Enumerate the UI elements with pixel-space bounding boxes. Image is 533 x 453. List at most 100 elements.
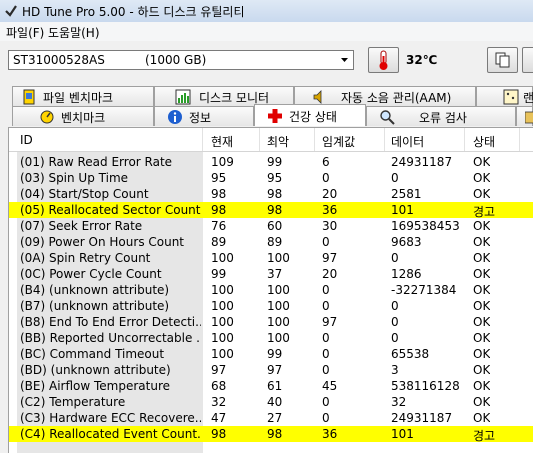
header-separator[interactable] bbox=[384, 128, 385, 151]
tab-disk-monitor[interactable]: 디스크 모니터 bbox=[154, 86, 294, 106]
attr-data: 32 bbox=[391, 395, 407, 409]
table-row[interactable]: (BE) Airflow Temperature 68 61 45 538116128 O… bbox=[9, 378, 533, 394]
table-row[interactable]: (04) Start/Stop Count 98 98 20 2581 OK bbox=[9, 186, 533, 202]
drive-select[interactable]: ST31000528AS (1000 GB) bbox=[8, 50, 354, 70]
file-benchmark-icon bbox=[23, 89, 35, 105]
tab-benchmark[interactable]: 벤치마크 bbox=[12, 106, 154, 126]
table-row[interactable]: (03) Spin Up Time 95 95 0 0 OK bbox=[9, 170, 533, 186]
header-separator[interactable] bbox=[202, 128, 203, 151]
table-row[interactable]: (05) Reallocated Sector Count... 98 98 36 10… bbox=[9, 202, 533, 219]
header-col-status[interactable]: 상태 bbox=[473, 133, 495, 150]
attr-current: 98 bbox=[211, 203, 227, 217]
attr-id: (0C) Power Cycle Count bbox=[20, 267, 162, 281]
header-col-data[interactable]: 데이터 bbox=[391, 133, 424, 150]
attr-current: 100 bbox=[211, 315, 234, 329]
table-row[interactable]: (0C) Power Cycle Count 99 37 20 1286 OK bbox=[9, 266, 533, 282]
table-row[interactable]: (B8) End To End Error Detecti... 100 100 97… bbox=[9, 314, 533, 330]
attr-status: OK bbox=[473, 267, 491, 281]
attr-status: OK bbox=[473, 171, 491, 185]
table-row[interactable]: (BD) (unknown attribute) 97 97 0 3 OK bbox=[9, 362, 533, 378]
attr-id: (05) Reallocated Sector Count... bbox=[20, 203, 201, 217]
table-row[interactable]: (09) Power On Hours Count 89 89 0 9683 OK bbox=[9, 234, 533, 250]
tab-random-access[interactable]: 랜 bbox=[476, 86, 533, 106]
window-title: HD Tune Pro 5.00 - 하드 디스크 유틸리티 bbox=[22, 5, 245, 19]
attr-worst: 98 bbox=[267, 187, 283, 201]
attr-threshold: 0 bbox=[322, 171, 330, 185]
attr-threshold: 45 bbox=[322, 379, 338, 393]
attr-id: (BE) Airflow Temperature bbox=[20, 379, 171, 393]
attr-id: (C3) Hardware ECC Recovere... bbox=[20, 411, 201, 425]
save-button[interactable] bbox=[522, 47, 533, 73]
attr-status: OK bbox=[473, 251, 491, 265]
hd-tune-app-icon bbox=[5, 5, 17, 17]
attr-id: (09) Power On Hours Count bbox=[20, 235, 185, 249]
health-panel: ID 현재 최악 임계값 데이터 상태 (01) Raw Read Error Rate 1… bbox=[8, 127, 533, 453]
attr-current: 100 bbox=[211, 331, 234, 345]
chevron-down-icon[interactable] bbox=[336, 51, 353, 69]
copy-button[interactable] bbox=[487, 47, 518, 73]
title-bar: HD Tune Pro 5.00 - 하드 디스크 유틸리티 bbox=[0, 0, 533, 22]
attr-worst: 95 bbox=[267, 171, 283, 185]
tab-next-partial[interactable] bbox=[516, 106, 533, 126]
attr-data: 0 bbox=[391, 331, 399, 345]
header-col-current[interactable]: 현재 bbox=[211, 133, 233, 150]
table-row[interactable]: (B7) (unknown attribute) 100 100 0 0 OK bbox=[9, 298, 533, 314]
table-row[interactable]: (0A) Spin Retry Count 100 100 97 0 OK bbox=[9, 250, 533, 266]
header-separator[interactable] bbox=[464, 128, 465, 151]
attr-current: 89 bbox=[211, 235, 227, 249]
attr-data: 101 bbox=[391, 203, 414, 217]
attr-threshold: 6 bbox=[322, 155, 330, 169]
table-row[interactable]: (B4) (unknown attribute) 100 100 0 -32271384… bbox=[9, 282, 533, 298]
attr-threshold: 0 bbox=[322, 395, 330, 409]
table-row[interactable]: (C3) Hardware ECC Recovere... 47 27 0 249311… bbox=[9, 410, 533, 426]
attr-id: (C2) Temperature bbox=[20, 395, 126, 409]
attr-current: 109 bbox=[211, 155, 234, 169]
attr-id: (B8) End To End Error Detecti... bbox=[20, 315, 201, 329]
header-col-id[interactable]: ID bbox=[20, 133, 33, 147]
attr-data: 24931187 bbox=[391, 155, 453, 169]
tab-aam[interactable]: 자동 소음 관리(AAM) bbox=[294, 86, 476, 106]
menu-file[interactable]: 파일(F) bbox=[6, 24, 44, 41]
attr-data: 0 bbox=[391, 315, 399, 329]
attr-worst: 100 bbox=[267, 331, 290, 345]
menu-help[interactable]: 도움말(H) bbox=[48, 24, 100, 41]
attr-id: (C4) Reallocated Event Count... bbox=[20, 427, 201, 441]
attr-id: (07) Seek Error Rate bbox=[20, 219, 143, 233]
attr-threshold: 0 bbox=[322, 331, 330, 345]
attr-id: (BB) Reported Uncorrectable ... bbox=[20, 331, 201, 345]
table-row[interactable]: (BC) Command Timeout 100 99 0 65538 OK bbox=[9, 346, 533, 362]
header-separator[interactable] bbox=[259, 128, 260, 151]
attr-threshold: 0 bbox=[322, 347, 330, 361]
attr-status: 경고 bbox=[473, 429, 496, 443]
header-col-threshold[interactable]: 임계값 bbox=[322, 133, 355, 150]
attr-status: OK bbox=[473, 187, 491, 201]
header-separator[interactable] bbox=[519, 128, 520, 151]
tab-file-benchmark[interactable]: 파일 벤치마크 bbox=[12, 86, 154, 106]
tab-error-scan[interactable]: 오류 검사 bbox=[366, 106, 516, 126]
tab-health[interactable]: 건강 상태 bbox=[254, 104, 366, 126]
attr-status: OK bbox=[473, 379, 491, 393]
temperature-button[interactable] bbox=[368, 47, 399, 73]
toolbar: ST31000528AS (1000 GB) 32℃ bbox=[0, 41, 533, 81]
attr-threshold: 0 bbox=[322, 363, 330, 377]
attr-data: 0 bbox=[391, 171, 399, 185]
attr-status: OK bbox=[473, 283, 491, 297]
magnifier-icon bbox=[380, 110, 395, 125]
attr-worst: 100 bbox=[267, 251, 290, 265]
attr-threshold: 20 bbox=[322, 267, 338, 281]
table-row[interactable]: (01) Raw Read Error Rate 109 99 6 24931187 OK bbox=[9, 154, 533, 170]
attr-threshold: 36 bbox=[322, 427, 338, 441]
drive-model: ST31000528AS bbox=[13, 53, 105, 67]
table-row[interactable]: (C2) Temperature 32 40 0 32 OK bbox=[9, 394, 533, 410]
attr-worst: 99 bbox=[267, 347, 283, 361]
attr-current: 76 bbox=[211, 219, 227, 233]
table-row[interactable]: (07) Seek Error Rate 76 60 30 169538453 OK bbox=[9, 218, 533, 234]
attr-id: (B7) (unknown attribute) bbox=[20, 299, 170, 313]
tab-info[interactable]: 정보 bbox=[154, 106, 254, 126]
table-row[interactable]: (BB) Reported Uncorrectable ... 100 100 0 0 O… bbox=[9, 330, 533, 346]
header-col-worst[interactable]: 최악 bbox=[267, 133, 289, 150]
table-row[interactable]: (C4) Reallocated Event Count... 98 98 36 101… bbox=[9, 426, 533, 443]
header-separator[interactable] bbox=[314, 128, 315, 151]
temperature-value: 32℃ bbox=[406, 53, 438, 67]
attr-threshold: 36 bbox=[322, 203, 338, 217]
